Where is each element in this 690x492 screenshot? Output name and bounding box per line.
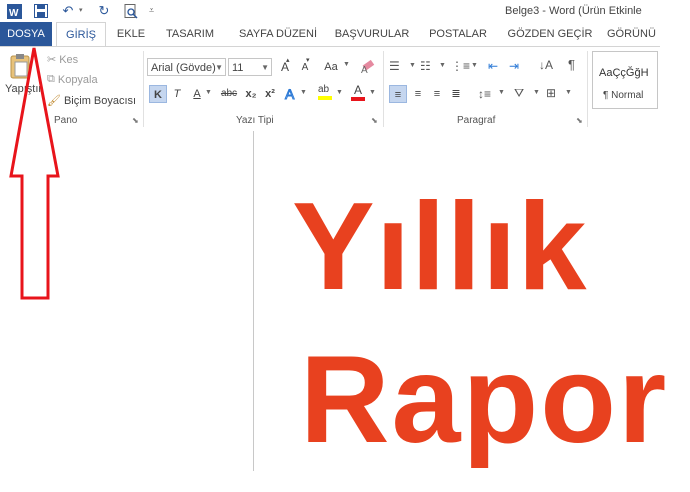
- tab-design[interactable]: TASARIM: [158, 22, 222, 46]
- annotation-arrow-icon: [9, 47, 60, 300]
- cut-label: Kes: [59, 53, 79, 66]
- font-color-button[interactable]: A: [351, 84, 365, 101]
- chevron-down-icon[interactable]: ▼: [336, 89, 343, 96]
- align-right-icon[interactable]: ≡: [428, 85, 446, 103]
- superscript-button[interactable]: x²: [261, 85, 279, 103]
- font-dialog-launcher-icon[interactable]: ⬊: [371, 116, 378, 125]
- font-color-label: A: [353, 83, 362, 97]
- style-name: ¶ Normal: [603, 90, 644, 101]
- italic-button[interactable]: T: [168, 85, 186, 103]
- font-name-value: Arial (Gövde): [151, 62, 216, 74]
- bullets-icon[interactable]: ☰: [389, 58, 400, 74]
- tab-file[interactable]: DOSYA: [0, 22, 52, 46]
- font-size-value: 11: [232, 62, 244, 74]
- tab-home[interactable]: GİRİŞ: [56, 22, 106, 47]
- clear-formatting-icon[interactable]: A: [361, 58, 377, 77]
- change-case-button[interactable]: Aa: [321, 58, 341, 76]
- grow-arrow-icon: ▴: [286, 57, 290, 64]
- justify-icon[interactable]: ≣: [447, 85, 465, 103]
- paragraph-group-label: Paragraf: [457, 115, 496, 126]
- sort-icon[interactable]: ↓A: [539, 57, 553, 73]
- svg-text:W: W: [9, 8, 19, 19]
- font-group-label: Yazı Tipi: [236, 115, 274, 126]
- highlight-button[interactable]: ab: [318, 84, 332, 100]
- print-preview-icon[interactable]: [123, 3, 139, 19]
- group-separator: [143, 51, 144, 127]
- redo-icon[interactable]: ↻: [96, 3, 112, 19]
- svg-text:A: A: [285, 86, 295, 102]
- grow-font-button[interactable]: A: [276, 58, 294, 76]
- chevron-down-icon[interactable]: ▼: [343, 61, 350, 68]
- tab-view[interactable]: GÖRÜNÜ: [607, 22, 663, 46]
- word-app-icon[interactable]: W: [6, 3, 22, 19]
- chevron-down-icon[interactable]: ▼: [409, 62, 416, 69]
- save-icon[interactable]: [33, 3, 49, 19]
- ribbon-tabs: DOSYA GİRİŞ EKLE TASARIM SAYFA DÜZENİ BA…: [0, 22, 690, 47]
- bold-button[interactable]: K: [149, 85, 167, 103]
- style-preview: AaÇçĞğH: [599, 67, 649, 79]
- subscript-button[interactable]: x₂: [242, 85, 260, 103]
- style-normal[interactable]: AaÇçĞğH ¶ Normal: [592, 51, 658, 109]
- tab-insert[interactable]: EKLE: [110, 22, 152, 46]
- chevron-down-icon: ▼: [215, 63, 223, 72]
- window-title: Belge3 - Word (Ürün Etkinle: [505, 5, 642, 17]
- tab-mailings[interactable]: POSTALAR: [423, 22, 493, 46]
- align-center-icon[interactable]: ≡: [409, 85, 427, 103]
- title-bar: W ↶ ▾ ↻ ⩡ Belge3 - Word (Ürün Etkinle: [0, 0, 690, 22]
- shading-icon[interactable]: ⛛: [514, 85, 524, 101]
- shrink-arrow-icon: ▾: [306, 57, 310, 64]
- customize-icon[interactable]: ⩡: [149, 5, 154, 16]
- paragraph-dialog-launcher-icon[interactable]: ⬊: [576, 116, 583, 125]
- multilevel-list-icon[interactable]: ⋮≡: [451, 58, 470, 74]
- pilcrow-icon[interactable]: ¶: [568, 57, 575, 73]
- copy-label: Kopyala: [57, 73, 98, 86]
- line-spacing-icon[interactable]: ↕≡: [478, 86, 491, 102]
- chevron-down-icon[interactable]: ▼: [471, 62, 478, 69]
- highlight-label: ab: [318, 84, 330, 95]
- document-title-line-2: Rapor: [300, 331, 669, 469]
- svg-text:A: A: [361, 65, 368, 74]
- chevron-down-icon[interactable]: ▼: [369, 89, 376, 96]
- shrink-font-button[interactable]: A: [296, 59, 314, 77]
- clipboard-dialog-launcher-icon[interactable]: ⬊: [132, 116, 139, 125]
- chevron-down-icon[interactable]: ▼: [439, 62, 446, 69]
- group-separator: [587, 51, 588, 127]
- text-effects-icon[interactable]: A: [283, 85, 299, 106]
- underline-button[interactable]: A: [188, 85, 206, 103]
- tab-page-layout[interactable]: SAYFA DÜZENİ: [232, 22, 324, 46]
- chevron-down-icon[interactable]: ▼: [205, 89, 212, 96]
- chevron-down-icon[interactable]: ▼: [565, 89, 572, 96]
- decrease-indent-icon[interactable]: ⇤: [488, 58, 498, 74]
- undo-icon[interactable]: ↶: [60, 3, 76, 19]
- align-left-icon[interactable]: ≡: [389, 85, 407, 103]
- numbering-icon[interactable]: ☷: [420, 58, 431, 74]
- font-name-combo[interactable]: Arial (Gövde) ▼: [147, 58, 226, 76]
- tab-references[interactable]: BAŞVURULAR: [332, 22, 412, 46]
- chevron-down-icon[interactable]: ▼: [533, 89, 540, 96]
- bottom-strip: [0, 471, 690, 492]
- ribbon: Yapıştır ✂ Kes ⧉ Kopyala 🖌 Biçim Boyacıs…: [0, 46, 660, 132]
- chevron-down-icon: ▼: [261, 63, 269, 72]
- increase-indent-icon[interactable]: ⇥: [509, 58, 519, 74]
- borders-icon[interactable]: ⊞: [546, 85, 556, 101]
- group-separator: [383, 51, 384, 127]
- highlight-color-swatch: [318, 96, 332, 100]
- font-color-swatch: [351, 97, 365, 101]
- undo-dropdown-icon[interactable]: ▾: [79, 6, 83, 14]
- page-left-edge: [253, 131, 254, 471]
- document-title-line-1: Yıllık: [292, 178, 588, 316]
- tab-review[interactable]: GÖZDEN GEÇİR: [503, 22, 597, 46]
- strikethrough-button[interactable]: abc: [218, 85, 240, 103]
- format-painter-label: Biçim Boyacısı: [63, 94, 137, 107]
- chevron-down-icon[interactable]: ▼: [300, 89, 307, 96]
- chevron-down-icon[interactable]: ▼: [498, 89, 505, 96]
- font-size-combo[interactable]: 11 ▼: [228, 58, 272, 76]
